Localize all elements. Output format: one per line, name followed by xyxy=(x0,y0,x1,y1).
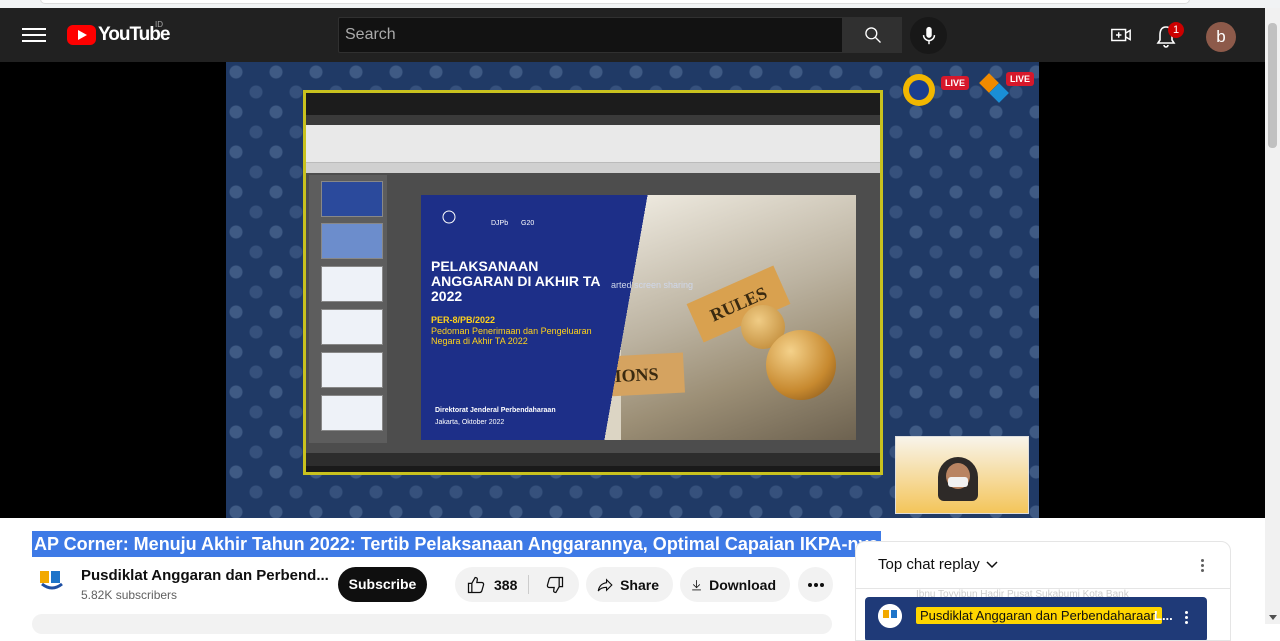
video-player[interactable]: RULES IONS DJPb G20 PELAKSANAAN ANGGARAN… xyxy=(0,62,1265,518)
chat-header-label: Top chat replay xyxy=(878,556,980,573)
share-icon xyxy=(597,577,613,592)
djpb-logo-text: DJPb xyxy=(491,220,508,227)
page-scrollbar[interactable] xyxy=(1265,8,1280,624)
search-box[interactable] xyxy=(338,17,843,53)
slide-thumbnail xyxy=(321,309,383,345)
slide-regulation-code: PER-8/PB/2022 xyxy=(431,315,496,325)
mic-icon xyxy=(922,26,935,44)
chat-options-button[interactable] xyxy=(1192,555,1212,575)
video-frame[interactable]: RULES IONS DJPb G20 PELAKSANAAN ANGGARAN… xyxy=(226,62,1039,518)
pinned-message-text: L... xyxy=(1154,608,1173,623)
scrollbar-thumb[interactable] xyxy=(1268,23,1277,148)
slide-thumbnail xyxy=(321,266,383,302)
more-horizontal-icon xyxy=(807,582,824,587)
browser-top-strip xyxy=(0,0,1280,8)
like-button[interactable]: 388 xyxy=(455,567,528,602)
more-actions-button[interactable] xyxy=(798,567,833,602)
subscribe-button[interactable]: Subscribe xyxy=(338,567,427,602)
scroll-down-arrow-icon[interactable] xyxy=(1269,615,1277,620)
notification-count-badge: 1 xyxy=(1168,22,1184,38)
video-title: AP Corner: Menuju Akhir Tahun 2022: Tert… xyxy=(32,531,881,557)
main-slide: RULES IONS DJPb G20 PELAKSANAAN ANGGARAN… xyxy=(421,195,856,440)
country-code: ID xyxy=(155,20,163,29)
g20-logo-text: G20 xyxy=(521,220,534,227)
stamp-knob xyxy=(766,330,836,400)
slide-logos: DJPb G20 xyxy=(442,210,534,227)
search-icon xyxy=(864,27,881,43)
search-button[interactable] xyxy=(843,17,902,53)
slide-place-date: Jakarta, Oktober 2022 xyxy=(435,419,505,426)
download-label: Download xyxy=(709,576,776,593)
pinned-author-avatar xyxy=(878,604,902,628)
subscriber-count: 5.82K subscribers xyxy=(81,588,178,602)
youtube-logo[interactable]: YouTube ID xyxy=(67,20,170,46)
pinned-author-badge: Pusdiklat Anggaran dan Perbendaharaan xyxy=(916,607,1162,624)
search-input[interactable] xyxy=(339,18,842,52)
thumbs-up-icon xyxy=(467,576,485,593)
ppt-title-bar xyxy=(306,93,880,115)
ppt-ribbon xyxy=(306,125,880,163)
pinned-message-menu-icon[interactable] xyxy=(1185,610,1188,625)
description-box[interactable] xyxy=(32,614,832,634)
ppt-status-bar xyxy=(306,453,880,466)
play-icon xyxy=(67,25,96,45)
chat-mode-selector[interactable]: Top chat replay xyxy=(878,556,998,573)
live-badge: LIVE xyxy=(941,76,970,90)
masthead: YouTube ID 1 b xyxy=(0,8,1265,62)
webcam-overlay xyxy=(895,436,1029,514)
presenter-mask xyxy=(948,477,968,487)
ppt-workspace: RULES IONS DJPb G20 PELAKSANAAN ANGGARAN… xyxy=(306,173,880,453)
slide-thumbnail xyxy=(321,395,383,431)
slide-thumbnail xyxy=(321,181,383,217)
account-avatar[interactable]: b xyxy=(1206,22,1236,52)
thumbs-down-icon xyxy=(546,576,563,593)
voice-search-button[interactable] xyxy=(910,17,947,54)
slide-directorate: Direktorat Jenderal Perbendaharaan xyxy=(435,407,556,414)
share-button[interactable]: Share xyxy=(586,567,673,602)
screen-share-note: arted screen sharing xyxy=(611,280,694,290)
live-chat-panel: Top chat replay Ibnu Toyyibun Hadir Pusa… xyxy=(855,541,1231,641)
like-dislike-group: 388 xyxy=(455,567,579,602)
chevron-down-icon xyxy=(986,560,998,568)
ppt-tab-bar xyxy=(306,163,880,173)
dislike-button[interactable] xyxy=(530,567,579,602)
slide-title: PELAKSANAAN ANGGARAN DI AKHIR TA 2022 xyxy=(431,258,601,304)
create-video-icon xyxy=(1111,28,1131,42)
download-button[interactable]: Download xyxy=(680,567,790,602)
live-badge: LIVE xyxy=(1006,72,1035,86)
slide-regulation-text: Pedoman Penerimaan dan Pengeluaran Negar… xyxy=(431,326,592,346)
menu-icon[interactable] xyxy=(22,25,46,45)
like-divider xyxy=(528,575,529,594)
channel-avatar[interactable] xyxy=(37,566,67,596)
download-icon xyxy=(692,579,701,590)
slide-thumbnail xyxy=(321,352,383,388)
share-label: Share xyxy=(620,576,659,593)
like-count: 388 xyxy=(494,576,518,593)
slide-thumbnails xyxy=(309,175,387,443)
channel-name[interactable]: Pusdiklat Anggaran dan Perbend... xyxy=(81,567,329,584)
browser-address-area xyxy=(40,0,1190,4)
ppt-menu-bar xyxy=(306,115,880,125)
slide-thumbnail xyxy=(321,223,383,259)
shared-screen: RULES IONS DJPb G20 PELAKSANAAN ANGGARAN… xyxy=(303,90,883,475)
pinned-message[interactable]: Pusdiklat Anggaran dan Perbendaharaan L.… xyxy=(865,597,1207,640)
create-button[interactable] xyxy=(1110,24,1134,48)
